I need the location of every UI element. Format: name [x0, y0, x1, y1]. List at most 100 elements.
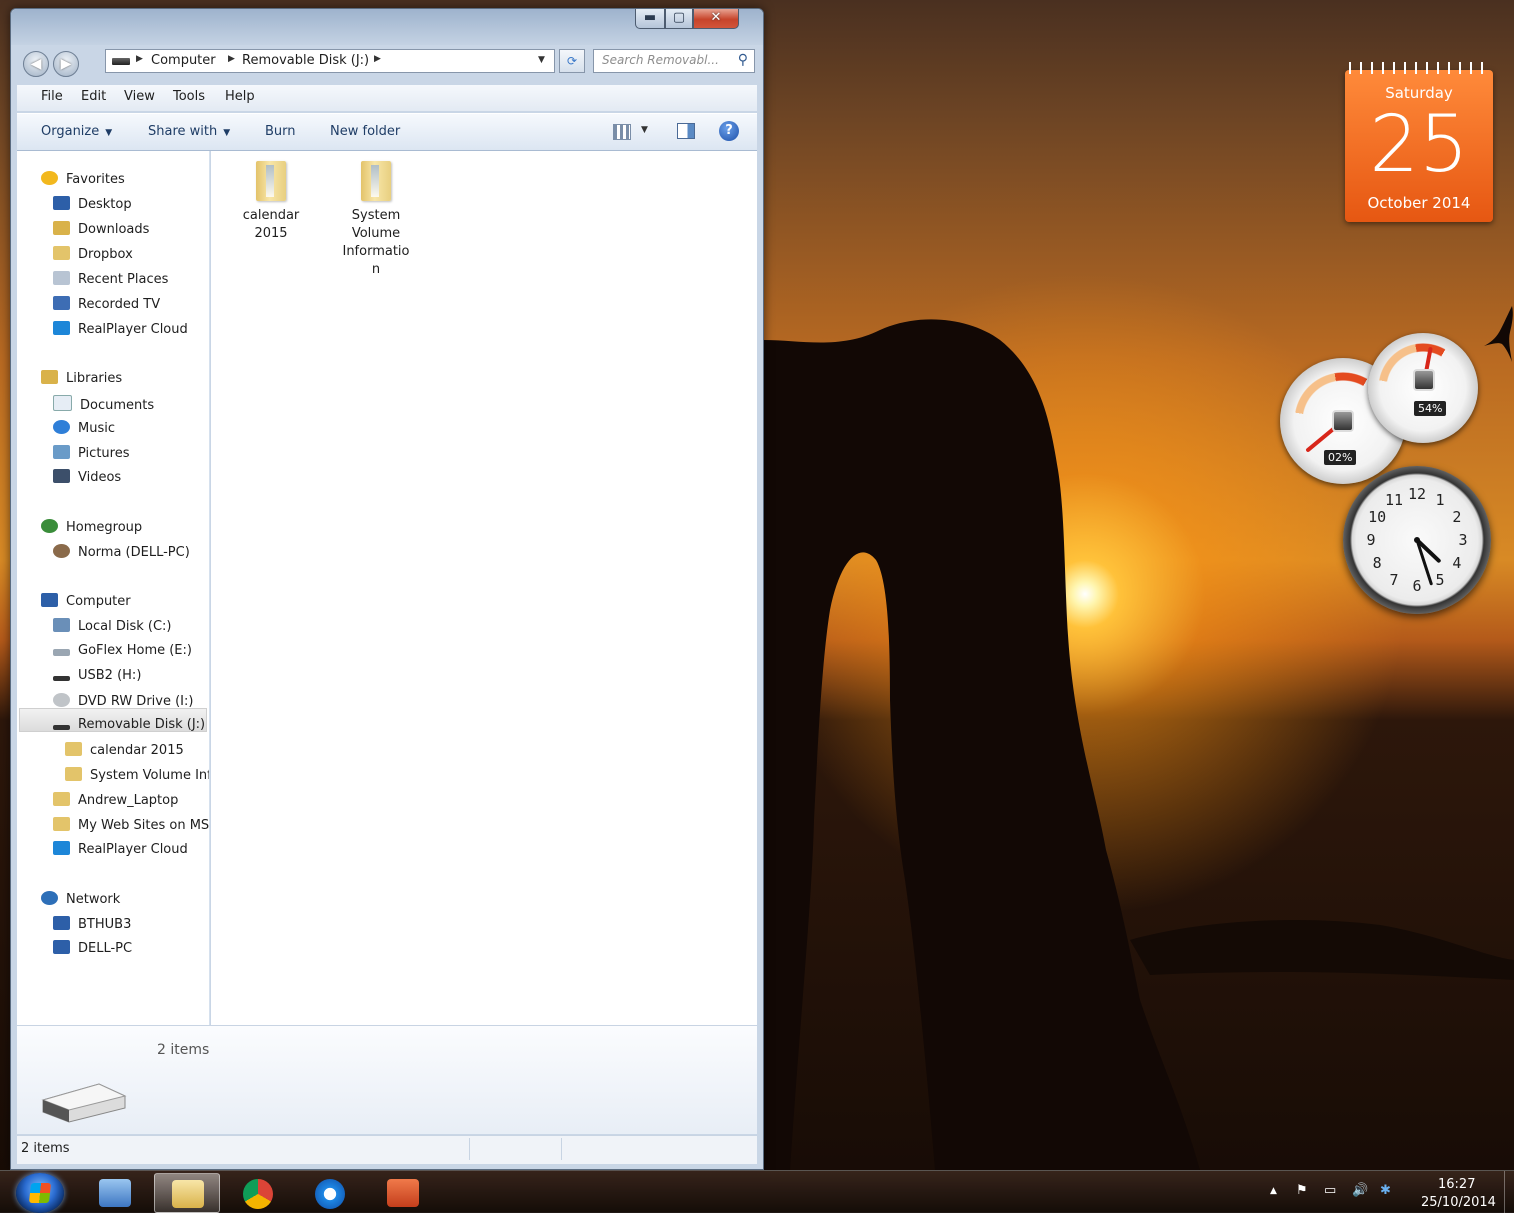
- breadcrumb-separator-icon[interactable]: ▶: [136, 54, 143, 64]
- organize-button[interactable]: Organize ▼: [41, 124, 112, 139]
- nav-downloads[interactable]: Downloads: [53, 221, 149, 237]
- chrome-icon: [243, 1179, 273, 1209]
- nav-label: Documents: [80, 398, 155, 413]
- nav-local-disk-c[interactable]: Local Disk (C:): [53, 618, 171, 634]
- explorer-window: ▬ ▢ ✕ ◀ ▶ ▶ Computer ▶ Removable Disk (J…: [10, 8, 764, 1170]
- change-view-icon[interactable]: [613, 124, 631, 140]
- maximize-button[interactable]: ▢: [665, 9, 693, 29]
- nav-recorded-tv[interactable]: Recorded TV: [53, 296, 160, 312]
- taskbar: ▲ ⚑ ▭ 🔊 ✱ 16:27 25/10/2014: [0, 1170, 1514, 1213]
- calendar-gadget[interactable]: Saturday 25 October 2014: [1345, 62, 1493, 222]
- nav-recent-places[interactable]: Recent Places: [53, 271, 168, 287]
- taskbar-time[interactable]: 16:27: [1438, 1177, 1475, 1192]
- nav-pictures[interactable]: Pictures: [53, 445, 129, 461]
- menu-tools[interactable]: Tools: [173, 89, 205, 104]
- search-input[interactable]: Search Removabl... ⚲: [593, 49, 755, 73]
- taskbar-chrome[interactable]: [226, 1173, 292, 1213]
- clock-center-pin: [1414, 537, 1420, 543]
- clock-numeral: 12: [1408, 485, 1426, 503]
- file-label-line: n: [371, 262, 381, 277]
- nav-libraries[interactable]: Libraries: [41, 370, 122, 386]
- internet-explorer-icon: [315, 1179, 345, 1209]
- breadcrumb-separator-icon[interactable]: ▶: [374, 54, 381, 64]
- memory-chip-icon: [1413, 369, 1435, 391]
- refresh-button[interactable]: ⟳: [559, 49, 585, 73]
- search-placeholder: Search Removabl...: [602, 53, 719, 67]
- nav-bthub3[interactable]: BTHUB3: [53, 916, 131, 932]
- forward-button[interactable]: ▶: [53, 51, 79, 77]
- nav-music[interactable]: Music: [53, 420, 115, 436]
- nav-system-volume-information[interactable]: System Volume Inf: [65, 767, 209, 783]
- chevron-down-icon[interactable]: ▼: [641, 125, 648, 135]
- taskbar-app-1[interactable]: [82, 1173, 148, 1213]
- nav-label: Libraries: [66, 371, 123, 386]
- nav-goflex-home-e[interactable]: GoFlex Home (E:): [53, 643, 192, 658]
- nav-dvd-rw-drive-i[interactable]: DVD RW Drive (I:): [53, 693, 193, 709]
- folder-system-volume-information[interactable]: System Volume Informatio n: [336, 153, 416, 279]
- volume-icon[interactable]: 🔊: [1352, 1183, 1368, 1198]
- search-icon[interactable]: ⚲: [738, 52, 748, 68]
- chevron-down-icon: ▼: [105, 128, 113, 138]
- breadcrumb-separator-icon[interactable]: ▶: [228, 54, 235, 64]
- nav-usb2-h[interactable]: USB2 (H:): [53, 668, 141, 683]
- preview-pane-icon[interactable]: [677, 123, 695, 139]
- clock-numeral: 8: [1373, 554, 1382, 572]
- nav-dropbox[interactable]: Dropbox: [53, 246, 133, 262]
- clock-gadget[interactable]: 12 1 2 3 4 5 6 7 8 9 10 11: [1343, 466, 1491, 614]
- nav-documents[interactable]: Documents: [53, 395, 154, 413]
- share-with-button[interactable]: Share with ▼: [148, 124, 230, 139]
- nav-desktop[interactable]: Desktop: [53, 196, 132, 212]
- taskbar-powerpoint[interactable]: [370, 1173, 436, 1213]
- title-bar[interactable]: ▬ ▢ ✕: [11, 9, 763, 45]
- start-button[interactable]: [16, 1173, 64, 1213]
- show-desktop-button[interactable]: [1504, 1171, 1514, 1213]
- clock-numeral: 4: [1452, 554, 1461, 572]
- clock-numeral: 7: [1389, 571, 1398, 589]
- help-icon[interactable]: ?: [719, 121, 739, 141]
- breadcrumb-computer[interactable]: Computer: [151, 53, 216, 68]
- folder-calendar-2015[interactable]: calendar 2015: [231, 153, 311, 243]
- nav-homegroup[interactable]: Homegroup: [41, 519, 142, 535]
- tray-app-icon[interactable]: ✱: [1380, 1183, 1391, 1198]
- nav-realplayer-cloud[interactable]: RealPlayer Cloud: [53, 321, 188, 337]
- nav-my-web-sites[interactable]: My Web Sites on MS: [53, 817, 209, 833]
- back-arrow-icon: ◀: [30, 56, 42, 72]
- menu-file[interactable]: File: [41, 89, 63, 104]
- nav-calendar-2015[interactable]: calendar 2015: [65, 742, 184, 758]
- menu-help[interactable]: Help: [225, 89, 255, 104]
- nav-favorites[interactable]: Favorites: [41, 171, 125, 187]
- calendar-month: October 2014: [1367, 194, 1471, 212]
- menu-view[interactable]: View: [124, 89, 155, 104]
- taskbar-internet-explorer[interactable]: [298, 1173, 364, 1213]
- clock-numeral: 10: [1368, 508, 1386, 526]
- taskbar-date[interactable]: 25/10/2014: [1421, 1195, 1496, 1210]
- nav-label: Local Disk (C:): [78, 619, 172, 634]
- new-folder-button[interactable]: New folder: [330, 124, 400, 139]
- minimize-button[interactable]: ▬: [635, 9, 665, 29]
- back-button[interactable]: ◀: [23, 51, 49, 77]
- close-button[interactable]: ✕: [693, 9, 739, 29]
- memory-meter-gadget[interactable]: 54%: [1368, 333, 1478, 443]
- nav-videos[interactable]: Videos: [53, 469, 121, 485]
- menu-edit[interactable]: Edit: [81, 89, 106, 104]
- status-item-count: 2 items: [21, 1141, 70, 1156]
- action-center-flag-icon[interactable]: ⚑: [1296, 1183, 1308, 1198]
- music-icon: [53, 420, 70, 434]
- taskbar-explorer[interactable]: [154, 1173, 220, 1213]
- nav-removable-disk-j[interactable]: Removable Disk (J:): [53, 717, 205, 732]
- nav-network[interactable]: Network: [41, 891, 120, 907]
- nav-dell-pc[interactable]: DELL-PC: [53, 940, 132, 956]
- nav-realplayer-cloud-2[interactable]: RealPlayer Cloud: [53, 841, 188, 857]
- show-hidden-icons-icon[interactable]: ▲: [1270, 1186, 1277, 1196]
- nav-computer[interactable]: Computer: [41, 593, 131, 609]
- nav-label: DVD RW Drive (I:): [78, 694, 194, 709]
- burn-button[interactable]: Burn: [265, 124, 296, 139]
- nav-norma-dell-pc[interactable]: Norma (DELL-PC): [53, 544, 190, 560]
- network-status-icon[interactable]: ▭: [1324, 1183, 1336, 1198]
- cpu-chip-icon: [1332, 410, 1354, 432]
- nav-andrew-laptop[interactable]: Andrew_Laptop: [53, 792, 178, 808]
- address-bar[interactable]: ▶ Computer ▶ Removable Disk (J:) ▶ ▼: [105, 49, 555, 73]
- address-dropdown-icon[interactable]: ▼: [538, 55, 545, 65]
- network-icon: [41, 891, 58, 905]
- breadcrumb-removable-disk[interactable]: Removable Disk (J:): [242, 53, 369, 68]
